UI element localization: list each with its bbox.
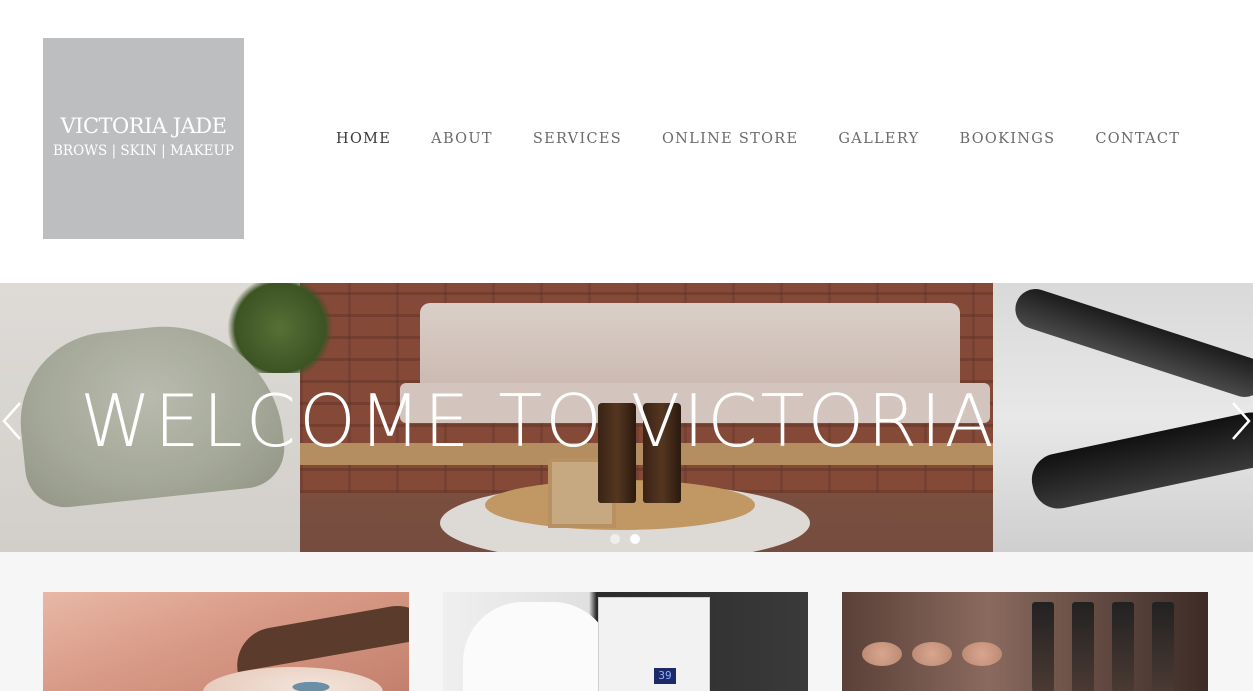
logo-tagline: BROWS | SKIN | MAKEUP bbox=[53, 143, 234, 159]
chevron-right-icon[interactable] bbox=[1227, 401, 1253, 441]
machine-display: 39 bbox=[654, 668, 676, 684]
slider-pagination bbox=[610, 534, 640, 544]
slider-dot-2[interactable] bbox=[630, 534, 640, 544]
nav-about[interactable]: ABOUT bbox=[431, 131, 493, 147]
nav-home[interactable]: HOME bbox=[336, 131, 391, 147]
slider-dot-1[interactable] bbox=[610, 534, 620, 544]
site-header: VICTORIA JADE BROWS | SKIN | MAKEUP HOME… bbox=[0, 0, 1253, 283]
card-eye bbox=[203, 667, 383, 691]
hero-title: WELCOME TO VICTORIA JADE bbox=[80, 381, 993, 461]
service-card-makeup[interactable] bbox=[842, 592, 1208, 691]
card-brow bbox=[231, 599, 409, 673]
nav-online-store[interactable]: ONLINE STORE bbox=[662, 131, 798, 147]
nav-gallery[interactable]: GALLERY bbox=[838, 131, 919, 147]
card-tube bbox=[1152, 602, 1174, 691]
nav-contact[interactable]: CONTACT bbox=[1095, 131, 1180, 147]
site-logo[interactable]: VICTORIA JADE BROWS | SKIN | MAKEUP bbox=[43, 38, 244, 239]
nav-bookings[interactable]: BOOKINGS bbox=[959, 131, 1055, 147]
card-tube bbox=[1072, 602, 1094, 691]
card-machine: 39 bbox=[598, 597, 710, 691]
card-tube bbox=[1112, 602, 1134, 691]
chevron-left-icon[interactable] bbox=[0, 401, 26, 441]
nav-services[interactable]: SERVICES bbox=[533, 131, 622, 147]
card-tube bbox=[1032, 602, 1054, 691]
logo-name: VICTORIA JADE bbox=[60, 114, 227, 138]
services-section: 39 bbox=[0, 552, 1253, 691]
card-pan bbox=[962, 642, 1002, 666]
card-pan bbox=[862, 642, 902, 666]
service-card-brows[interactable] bbox=[43, 592, 409, 691]
hero-slider: WELCOME TO VICTORIA JADE bbox=[0, 283, 1253, 552]
service-card-skin[interactable]: 39 bbox=[443, 592, 808, 691]
card-pan bbox=[912, 642, 952, 666]
card-towel bbox=[463, 602, 613, 691]
main-nav: HOME ABOUT SERVICES ONLINE STORE GALLERY… bbox=[336, 128, 1180, 150]
